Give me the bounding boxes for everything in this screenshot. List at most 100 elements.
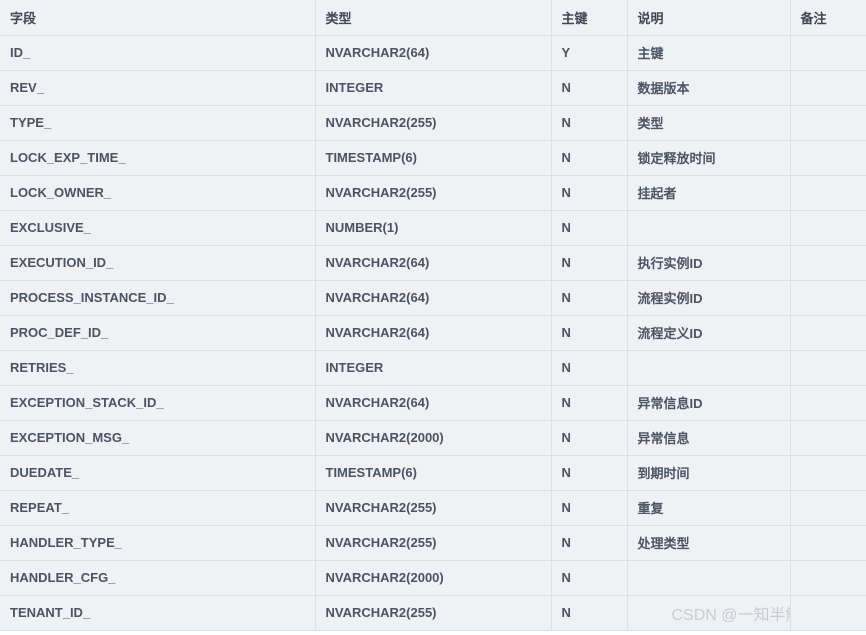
cell-remark [790, 245, 866, 281]
cell-field: EXECUTION_ID_ [0, 245, 316, 281]
cell-field: HANDLER_TYPE_ [0, 525, 316, 561]
cell-desc [627, 210, 791, 246]
cell-field: LOCK_OWNER_ [0, 175, 316, 211]
column-header-type: 类型 [315, 0, 552, 36]
table-row: REV_ INTEGER N 数据版本 [0, 70, 866, 106]
cell-field: PROC_DEF_ID_ [0, 315, 316, 351]
table-row: LOCK_EXP_TIME_ TIMESTAMP(6) N 锁定释放时间 [0, 140, 866, 176]
cell-field: EXCEPTION_STACK_ID_ [0, 385, 316, 421]
cell-desc: 主键 [627, 35, 791, 71]
cell-pk: N [551, 385, 628, 421]
table-row: PROC_DEF_ID_ NVARCHAR2(64) N 流程定义ID [0, 315, 866, 351]
table-row: TENANT_ID_NVARCHAR2(255)N CSDN @一知半解仙 [0, 595, 866, 631]
table-body: ID_ NVARCHAR2(64) Y 主键 REV_ INTEGER N 数据版本 TYPE_… [0, 35, 866, 631]
cell-desc: 到期时间 [627, 455, 791, 491]
cell-pk: N [551, 245, 628, 281]
cell-field: ID_ [0, 35, 316, 71]
cell-pk: N [551, 315, 628, 351]
cell-desc: 异常信息ID [627, 385, 791, 421]
cell-desc: 异常信息 [627, 420, 791, 456]
cell-field: HANDLER_CFG_ [0, 560, 316, 596]
cell-desc: 数据版本 [627, 70, 791, 106]
cell-pk: N [551, 350, 628, 386]
table-row: EXECUTION_ID_ NVARCHAR2(64) N 执行实例ID [0, 245, 866, 281]
cell-pk: N [551, 420, 628, 456]
cell-pk: N [551, 140, 628, 176]
cell-type: NVARCHAR2(64) [315, 385, 552, 421]
cell-desc: 执行实例ID [627, 245, 791, 281]
cell-remark [790, 140, 866, 176]
cell-remark [790, 105, 866, 141]
cell-pk: N [551, 105, 628, 141]
cell-remark [790, 490, 866, 526]
cell-remark [790, 385, 866, 421]
table-row: PROCESS_INSTANCE_ID_ NVARCHAR2(64) N 流程实例ID [0, 280, 866, 316]
cell-field: LOCK_EXP_TIME_ [0, 140, 316, 176]
cell-desc: 锁定释放时间 [627, 140, 791, 176]
cell-type: NVARCHAR2(255) [315, 525, 552, 561]
column-header-pk: 主键 [551, 0, 628, 36]
cell-type: INTEGER [315, 70, 552, 106]
cell-pk: N [551, 175, 628, 211]
cell-field: PROCESS_INSTANCE_ID_ [0, 280, 316, 316]
table-row: LOCK_OWNER_ NVARCHAR2(255) N 挂起者 [0, 175, 866, 211]
cell-pk: N [551, 210, 628, 246]
table-row: EXCLUSIVE_ NUMBER(1) N [0, 210, 866, 246]
cell-type: NVARCHAR2(64) [315, 280, 552, 316]
cell-pk: N [551, 560, 628, 596]
csdn-watermark: CSDN @一知半解仙 [671, 606, 790, 624]
table-row: TYPE_ NVARCHAR2(255) N 类型 [0, 105, 866, 141]
cell-field: DUEDATE_ [0, 455, 316, 491]
cell-pk: N [551, 525, 628, 561]
cell-type: NVARCHAR2(255) [315, 595, 552, 631]
table-row: HANDLER_TYPE_ NVARCHAR2(255) N 处理类型 [0, 525, 866, 561]
cell-remark [790, 35, 866, 71]
cell-type: NVARCHAR2(64) [315, 245, 552, 281]
cell-field: TYPE_ [0, 105, 316, 141]
cell-desc: 处理类型 [627, 525, 791, 561]
cell-pk: N [551, 280, 628, 316]
cell-desc: 流程定义ID [627, 315, 791, 351]
cell-type: NVARCHAR2(2000) [315, 420, 552, 456]
column-header-remark: 备注 [790, 0, 866, 36]
cell-remark [790, 420, 866, 456]
table-header-row: 字段 类型 主键 说明 备注 [0, 0, 866, 36]
table-header: 字段 类型 主键 说明 备注 [0, 0, 866, 36]
cell-pk: N [551, 70, 628, 106]
cell-pk: N [551, 595, 628, 631]
cell-field: TENANT_ID_ [0, 595, 316, 631]
cell-remark [790, 210, 866, 246]
cell-type: NVARCHAR2(255) [315, 490, 552, 526]
cell-pk: Y [551, 35, 628, 71]
cell-type: NVARCHAR2(255) [315, 105, 552, 141]
cell-desc: 流程实例ID [627, 280, 791, 316]
cell-desc [627, 350, 791, 386]
table-row: DUEDATE_ TIMESTAMP(6) N 到期时间 [0, 455, 866, 491]
cell-type: INTEGER [315, 350, 552, 386]
cell-field: RETRIES_ [0, 350, 316, 386]
cell-remark [790, 175, 866, 211]
table-row: EXCEPTION_MSG_ NVARCHAR2(2000) N 异常信息 [0, 420, 866, 456]
table-row: ID_ NVARCHAR2(64) Y 主键 [0, 35, 866, 71]
cell-type: NVARCHAR2(2000) [315, 560, 552, 596]
table-row: HANDLER_CFG_ NVARCHAR2(2000) N [0, 560, 866, 596]
table-row: EXCEPTION_STACK_ID_ NVARCHAR2(64) N 异常信息ID [0, 385, 866, 421]
cell-desc: 类型 [627, 105, 791, 141]
database-schema-table: 字段 类型 主键 说明 备注 ID_ NVARCHAR2(64) Y 主键 REV_ IN… [0, 0, 866, 631]
cell-remark [790, 525, 866, 561]
cell-desc: CSDN @一知半解仙 [627, 595, 791, 631]
cell-remark [790, 560, 866, 596]
table-row: RETRIES_ INTEGER N [0, 350, 866, 386]
cell-type: NVARCHAR2(255) [315, 175, 552, 211]
cell-field: REV_ [0, 70, 316, 106]
cell-type: TIMESTAMP(6) [315, 455, 552, 491]
cell-remark [790, 70, 866, 106]
cell-remark [790, 315, 866, 351]
cell-remark [790, 455, 866, 491]
cell-type: NVARCHAR2(64) [315, 315, 552, 351]
column-header-field: 字段 [0, 0, 316, 36]
cell-field: EXCEPTION_MSG_ [0, 420, 316, 456]
cell-field: REPEAT_ [0, 490, 316, 526]
cell-remark [790, 280, 866, 316]
column-header-desc: 说明 [627, 0, 791, 36]
